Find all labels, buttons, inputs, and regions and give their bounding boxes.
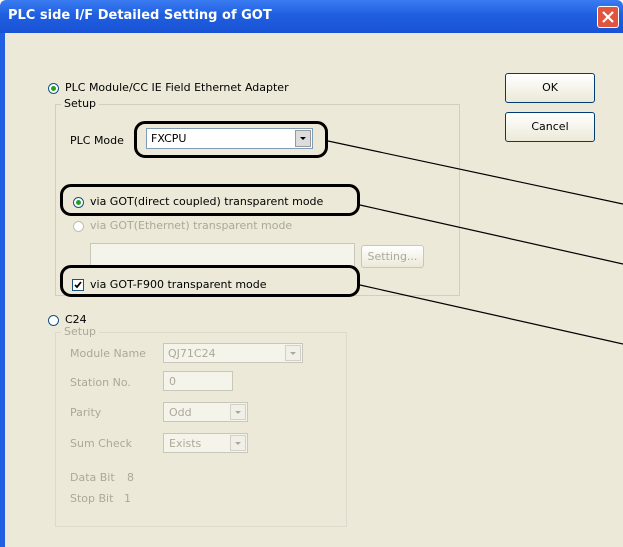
callout-leader-lines [327, 140, 623, 345]
